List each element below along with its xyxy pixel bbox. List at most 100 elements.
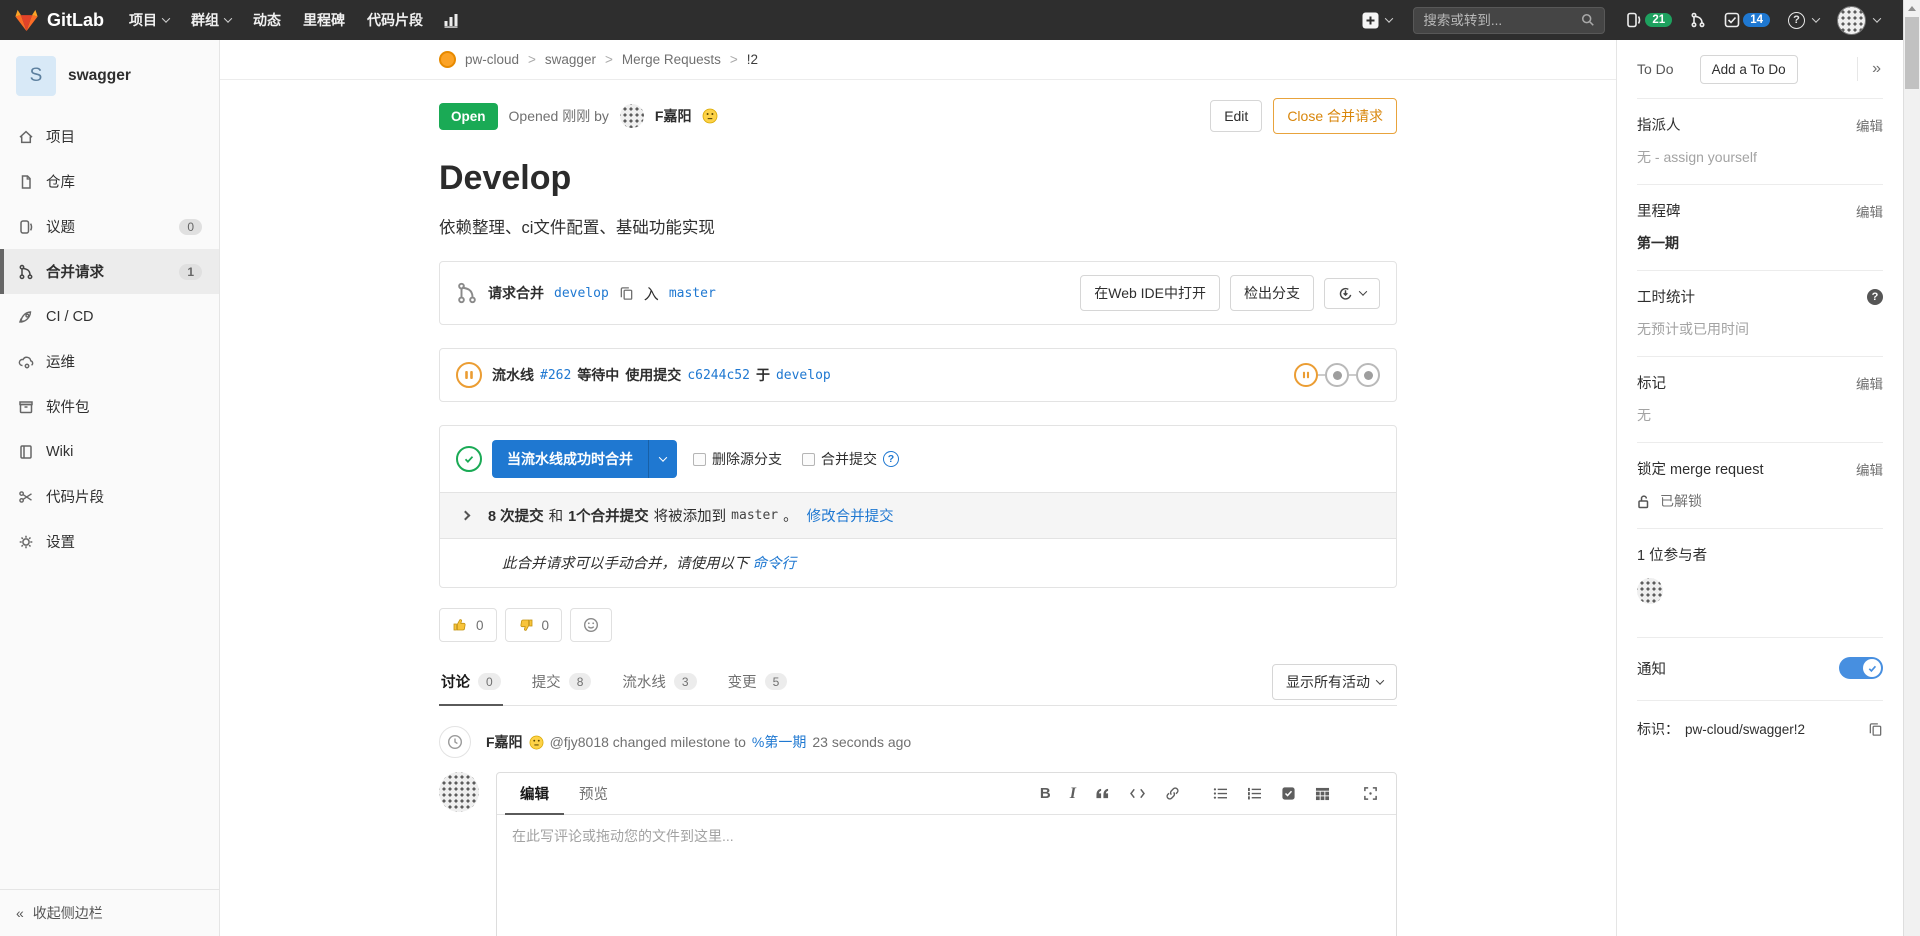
- sidebar-item-issues[interactable]: 议题 0: [0, 204, 219, 249]
- tab-commits[interactable]: 提交8: [530, 658, 594, 705]
- scrollbar-thumb[interactable]: [1905, 17, 1919, 89]
- new-menu-button[interactable]: [1362, 12, 1392, 29]
- add-reaction-button[interactable]: [570, 608, 612, 642]
- stage-created-icon[interactable]: [1356, 363, 1380, 387]
- quote-button[interactable]: [1095, 787, 1110, 800]
- project-context[interactable]: S swagger: [0, 40, 219, 114]
- breadcrumb-project[interactable]: swagger: [545, 52, 596, 67]
- commit-sha-link[interactable]: c6244c52: [687, 368, 750, 383]
- breadcrumb-bar: pw-cloud > swagger > Merge Requests > !2: [220, 40, 1616, 80]
- participant-avatar[interactable]: [1637, 578, 1663, 604]
- tab-pipelines[interactable]: 流水线3: [620, 658, 698, 705]
- modify-merge-commit-link[interactable]: 修改合并提交: [807, 505, 894, 526]
- remove-source-branch-checkbox[interactable]: [693, 453, 706, 466]
- target-branch-link[interactable]: master: [669, 286, 716, 301]
- collapse-sidebar-button[interactable]: « 收起侧边栏: [0, 889, 219, 936]
- checkout-branch-button[interactable]: 检出分支: [1230, 275, 1314, 311]
- merge-requests-count: 1: [179, 264, 202, 280]
- bold-button[interactable]: B: [1040, 785, 1051, 802]
- tab-preview[interactable]: 预览: [564, 773, 623, 814]
- merge-when-pipeline-succeeds-button[interactable]: 当流水线成功时合并: [492, 440, 677, 478]
- activity-filter-dropdown[interactable]: 显示所有活动: [1272, 664, 1397, 700]
- stage-paused-icon[interactable]: [1294, 363, 1318, 387]
- merge-options-caret[interactable]: [648, 440, 677, 478]
- thumbs-down-button[interactable]: 0: [505, 608, 563, 642]
- italic-button[interactable]: I: [1070, 785, 1076, 803]
- todos-button[interactable]: 14: [1724, 12, 1770, 28]
- charts-icon[interactable]: [443, 13, 460, 28]
- bullet-list-button[interactable]: [1213, 787, 1228, 800]
- nav-milestones[interactable]: 里程碑: [292, 0, 356, 40]
- nav-groups[interactable]: 群组: [180, 0, 242, 40]
- squash-help-icon[interactable]: ?: [883, 451, 899, 467]
- add-todo-button[interactable]: Add a To Do: [1700, 55, 1798, 84]
- search-input[interactable]: [1423, 13, 1581, 28]
- squash-commits-checkbox[interactable]: [802, 453, 815, 466]
- author-avatar[interactable]: [620, 104, 644, 128]
- edit-lock-button[interactable]: 编辑: [1856, 459, 1883, 479]
- sidebar-item-packages[interactable]: 软件包: [0, 384, 219, 429]
- merge-request-description: 依赖整理、ci文件配置、基础功能实现: [439, 214, 1397, 238]
- breadcrumb-group[interactable]: pw-cloud: [465, 52, 519, 67]
- sidebar-item-cicd[interactable]: CI / CD: [0, 294, 219, 339]
- tab-write[interactable]: 编辑: [505, 773, 564, 814]
- plus-icon: [1362, 12, 1379, 29]
- collapse-right-sidebar-button[interactable]: »: [1870, 60, 1883, 78]
- copy-reference-button[interactable]: [1868, 722, 1883, 737]
- gitlab-logo[interactable]: GitLab: [14, 8, 104, 32]
- nav-projects[interactable]: 项目: [118, 0, 180, 40]
- nav-activity[interactable]: 动态: [242, 0, 292, 40]
- numbered-list-button[interactable]: [1247, 787, 1262, 800]
- copy-branch-button[interactable]: [619, 286, 634, 301]
- comment-textarea[interactable]: [497, 815, 1396, 936]
- assign-yourself-link[interactable]: assign yourself: [1663, 149, 1756, 165]
- edit-milestone-button[interactable]: 编辑: [1856, 201, 1883, 221]
- download-dropdown-button[interactable]: [1324, 278, 1380, 309]
- tab-discussion[interactable]: 讨论0: [439, 658, 503, 705]
- code-button[interactable]: [1129, 787, 1146, 800]
- user-menu-button[interactable]: [1837, 6, 1880, 35]
- link-button[interactable]: [1165, 786, 1180, 801]
- issues-dashboard-button[interactable]: 21: [1626, 12, 1672, 28]
- help-menu-button[interactable]: ?: [1788, 12, 1819, 29]
- author-name[interactable]: F嘉阳: [655, 106, 692, 126]
- sidebar-item-snippets[interactable]: 代码片段: [0, 474, 219, 519]
- brand-name: GitLab: [47, 10, 104, 31]
- activity-author[interactable]: F嘉阳: [486, 732, 523, 752]
- sidebar-item-wiki[interactable]: Wiki: [0, 429, 219, 474]
- tab-changes[interactable]: 变更5: [726, 658, 790, 705]
- thumbs-up-button[interactable]: 0: [439, 608, 497, 642]
- table-button[interactable]: [1315, 787, 1330, 801]
- milestone-section: 里程碑 编辑 第一期: [1637, 184, 1883, 270]
- pipeline-branch-link[interactable]: develop: [776, 368, 831, 383]
- edit-assignee-button[interactable]: 编辑: [1856, 115, 1883, 135]
- search-icon: [1581, 13, 1595, 27]
- pipeline-id-link[interactable]: #262: [540, 368, 571, 383]
- command-line-link[interactable]: 命令行: [753, 556, 797, 572]
- sidebar-item-merge-requests[interactable]: 合并请求 1: [0, 249, 219, 294]
- nav-snippets[interactable]: 代码片段: [356, 0, 434, 40]
- labels-section: 标记 编辑 无: [1637, 356, 1883, 442]
- milestone-value[interactable]: 第一期: [1637, 233, 1883, 253]
- page-scrollbar[interactable]: [1903, 0, 1920, 936]
- edit-labels-button[interactable]: 编辑: [1856, 373, 1883, 393]
- milestone-link[interactable]: %第一期: [752, 732, 806, 752]
- fullscreen-button[interactable]: [1363, 786, 1378, 801]
- stage-created-icon[interactable]: [1325, 363, 1349, 387]
- breadcrumb-merge-requests[interactable]: Merge Requests: [622, 52, 721, 67]
- pipeline-paused-icon[interactable]: [456, 362, 482, 388]
- sidebar-item-repository[interactable]: 仓库: [0, 159, 219, 204]
- time-tracking-help-icon[interactable]: ?: [1867, 289, 1883, 305]
- sidebar-item-operations[interactable]: 运维: [0, 339, 219, 384]
- scrollbar-up-arrow[interactable]: [1904, 0, 1920, 16]
- task-list-button[interactable]: [1281, 786, 1296, 801]
- expand-commits-caret[interactable]: [461, 511, 471, 521]
- merge-requests-dashboard-button[interactable]: [1690, 12, 1706, 28]
- sidebar-item-overview[interactable]: 项目: [0, 114, 219, 159]
- notifications-toggle[interactable]: [1839, 657, 1883, 679]
- close-merge-request-button[interactable]: Close 合并请求: [1273, 98, 1397, 134]
- source-branch-link[interactable]: develop: [554, 286, 609, 301]
- sidebar-item-settings[interactable]: 设置: [0, 519, 219, 564]
- edit-button[interactable]: Edit: [1210, 100, 1262, 132]
- open-web-ide-button[interactable]: 在Web IDE中打开: [1080, 275, 1220, 311]
